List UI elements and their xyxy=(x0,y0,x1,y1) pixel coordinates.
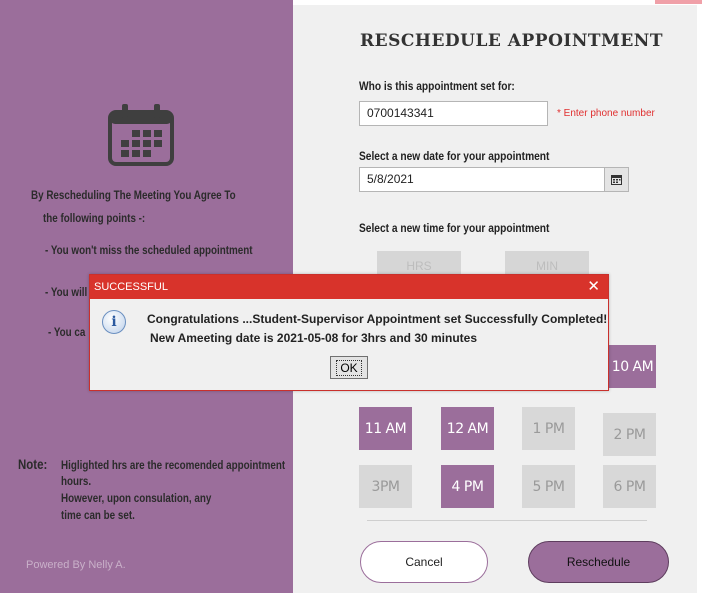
close-icon[interactable]: ✕ xyxy=(587,275,600,299)
reschedule-button[interactable]: Reschedule xyxy=(528,541,669,583)
point-2: - You will xyxy=(45,285,88,299)
point-1: - You won't miss the scheduled appointme… xyxy=(45,243,253,257)
slot-12am[interactable]: 12 AM xyxy=(441,407,494,450)
date-picker-button[interactable] xyxy=(604,167,629,192)
window-corner xyxy=(655,0,702,4)
divider xyxy=(367,520,647,521)
right-edge xyxy=(697,5,702,593)
slot-4pm[interactable]: 4 PM xyxy=(441,465,494,508)
powered-by: Powered By Nelly A. xyxy=(26,559,126,571)
dialog-title-bar: SUCCESSFUL ✕ xyxy=(90,275,608,299)
note-line-3: However, upon consulation, any xyxy=(61,491,212,505)
success-dialog: SUCCESSFUL ✕ i Congratulations ...Studen… xyxy=(89,274,609,391)
slot-10am[interactable]: 10 AM xyxy=(609,345,656,388)
phone-input[interactable]: 0700143341 xyxy=(359,101,548,126)
min-selector[interactable]: MIN xyxy=(505,251,589,275)
note-line-4: time can be set. xyxy=(61,508,135,522)
intro-line-1: By Rescheduling The Meeting You Agree To xyxy=(31,188,236,202)
who-label: Who is this appointment set for: xyxy=(359,79,515,93)
point-3: - You ca xyxy=(48,325,86,339)
date-label: Select a new date for your appointment xyxy=(359,149,550,163)
dialog-message-line-1: Congratulations ...Student-Supervisor Ap… xyxy=(147,312,608,326)
time-label: Select a new time for your appointment xyxy=(359,221,550,235)
ok-label: OK xyxy=(336,359,362,376)
calendar-small-icon xyxy=(611,174,622,185)
ok-button[interactable]: OK xyxy=(330,356,368,379)
dialog-title: SUCCESSFUL xyxy=(94,281,168,293)
phone-hint: * Enter phone number xyxy=(557,108,655,119)
slot-1pm[interactable]: 1 PM xyxy=(522,407,575,450)
calendar-icon xyxy=(108,104,174,166)
slot-2pm[interactable]: 2 PM xyxy=(603,413,656,456)
hrs-selector[interactable]: HRS xyxy=(377,251,461,275)
note-line-1: Higlighted hrs are the recomended appoin… xyxy=(61,458,286,472)
note-line-2: hours. xyxy=(61,474,92,488)
note-label: Note: xyxy=(18,456,48,472)
page-title: RESCHEDULE APPOINTMENT xyxy=(360,31,663,51)
date-input[interactable]: 5/8/2021 xyxy=(359,167,605,192)
slot-5pm[interactable]: 5 PM xyxy=(522,465,575,508)
slot-3pm[interactable]: 3PM xyxy=(359,465,412,508)
intro-line-2: the following points -: xyxy=(43,211,146,225)
info-icon: i xyxy=(102,310,126,334)
slot-6pm[interactable]: 6 PM xyxy=(603,465,656,508)
slot-11am[interactable]: 11 AM xyxy=(359,407,412,450)
cancel-button[interactable]: Cancel xyxy=(360,541,488,583)
dialog-message-line-2: New Ameeting date is 2021-05-08 for 3hrs… xyxy=(150,331,478,345)
